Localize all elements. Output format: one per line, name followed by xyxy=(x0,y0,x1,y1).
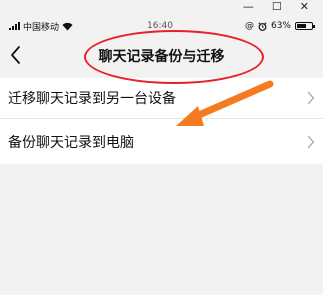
wifi-icon xyxy=(62,22,73,30)
menu-item-backup-to-computer[interactable]: 备份聊天记录到电脑 xyxy=(0,118,323,164)
alarm-clock-icon xyxy=(258,21,267,31)
settings-menu-list: 迁移聊天记录到另一台设备 备份聊天记录到电脑 xyxy=(0,78,323,164)
signal-bars-icon xyxy=(9,22,20,30)
status-bar: 中国移动 16:40 @ 63% xyxy=(0,16,323,36)
menu-item-label: 迁移聊天记录到另一台设备 xyxy=(8,91,176,107)
chevron-right-icon xyxy=(307,135,315,148)
close-button[interactable]: ✕ xyxy=(300,1,309,12)
window-controls: — ☐ ✕ xyxy=(213,0,323,13)
battery-percent: 63% xyxy=(270,21,291,31)
menu-item-label: 备份聊天记录到电脑 xyxy=(8,134,134,151)
status-time: 16:40 xyxy=(147,21,173,31)
navigation-bar: 聊天记录备份与迁移 xyxy=(0,36,323,76)
status-left: 中国移动 xyxy=(9,20,73,33)
page-title: 聊天记录备份与迁移 xyxy=(98,49,225,65)
battery-icon xyxy=(295,22,315,30)
chevron-right-icon xyxy=(307,91,315,105)
maximize-button[interactable]: ☐ xyxy=(272,1,282,12)
at-sign-icon: @ xyxy=(244,21,254,31)
carrier-label: 中国移动 xyxy=(23,22,60,33)
minimize-button[interactable]: — xyxy=(243,1,254,12)
status-right: @ 63% xyxy=(244,21,315,31)
battery-level-fill xyxy=(297,24,306,28)
menu-item-migrate-to-device[interactable]: 迁移聊天记录到另一台设备 xyxy=(0,78,323,118)
